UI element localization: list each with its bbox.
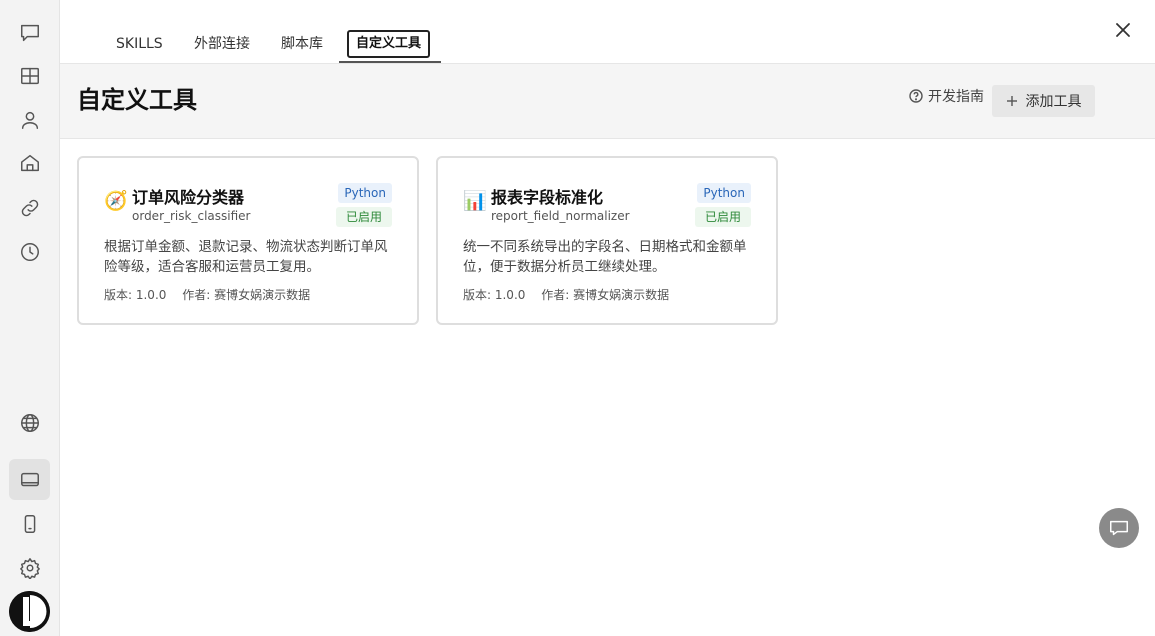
link-icon xyxy=(21,199,38,216)
tool-meta: 版本: 1.0.0 作者: 赛博女娲演示数据 xyxy=(463,286,681,303)
clock-icon xyxy=(20,242,39,261)
active-tab-indicator xyxy=(339,61,441,63)
tab-external-connections[interactable]: 外部连接 xyxy=(194,30,250,58)
rail-settings[interactable] xyxy=(9,547,50,588)
avatar-logo-icon xyxy=(9,591,50,632)
user-icon xyxy=(21,111,38,129)
page-header: 自定义工具 开发指南 添加工具 xyxy=(60,64,1155,139)
globe-icon xyxy=(20,413,39,432)
tool-name: 报表字段标准化 xyxy=(491,188,604,207)
help-circle-icon xyxy=(909,89,923,103)
tool-version: 版本: 1.0.0 xyxy=(463,288,526,302)
tool-description: 统一不同系统导出的字段名、日期格式和金额单位，便于数据分析员工继续处理。 xyxy=(463,239,747,275)
rail-language[interactable] xyxy=(9,402,50,443)
close-button[interactable] xyxy=(1113,20,1133,40)
tab-skills[interactable]: SKILLS xyxy=(116,30,163,58)
tool-description: 根据订单金额、退款记录、物流状态判断订单风险等级，适合客服和运营员工复用。 xyxy=(104,239,388,275)
chat-bubble-icon xyxy=(1110,520,1128,536)
rail-mobile[interactable] xyxy=(9,503,50,544)
support-chat-button[interactable] xyxy=(1099,508,1139,548)
tool-version: 版本: 1.0.0 xyxy=(104,288,167,302)
chat-bubble-icon xyxy=(20,24,39,41)
language-badge: Python xyxy=(338,183,392,203)
status-badge: 已启用 xyxy=(694,207,751,227)
rail-history[interactable] xyxy=(9,231,50,272)
language-badge: Python xyxy=(697,183,751,203)
tab-script-library[interactable]: 脚本库 xyxy=(281,30,323,58)
dev-guide-link[interactable]: 开发指南 xyxy=(909,86,984,106)
rail-profile[interactable] xyxy=(9,99,50,140)
compass-icon: 🧭 xyxy=(104,190,128,212)
tool-name: 订单风险分类器 xyxy=(132,188,245,207)
tab-bar: SKILLS 外部连接 脚本库 自定义工具 xyxy=(60,0,1155,64)
rail-desktop[interactable] xyxy=(9,459,50,500)
dev-guide-label: 开发指南 xyxy=(928,89,984,105)
monitor-icon xyxy=(20,472,39,486)
add-tool-label: 添加工具 xyxy=(1025,94,1082,110)
tool-card[interactable]: 📊 报表字段标准化 report_field_normalizer Python… xyxy=(436,156,778,325)
close-icon xyxy=(1116,23,1130,37)
avatar[interactable] xyxy=(9,591,50,632)
tool-id: report_field_normalizer xyxy=(491,209,630,223)
bar-chart-icon: 📊 xyxy=(463,190,487,212)
home-icon xyxy=(20,154,39,171)
tool-author: 作者: 赛博女娲演示数据 xyxy=(182,288,311,302)
page-title: 自定义工具 xyxy=(77,86,197,114)
plus-icon xyxy=(1006,96,1017,106)
rail-chat[interactable] xyxy=(9,12,50,53)
rail-links[interactable] xyxy=(9,187,50,228)
rail-apps[interactable] xyxy=(9,55,50,96)
tool-meta: 版本: 1.0.0 作者: 赛博女娲演示数据 xyxy=(104,286,322,303)
rail-home[interactable] xyxy=(9,142,50,183)
grid-icon xyxy=(20,67,39,84)
add-tool-button[interactable]: 添加工具 xyxy=(992,85,1095,117)
tool-author: 作者: 赛博女娲演示数据 xyxy=(541,288,670,302)
tool-id: order_risk_classifier xyxy=(132,209,251,223)
gear-icon xyxy=(19,557,40,579)
tool-card[interactable]: 🧭 订单风险分类器 order_risk_classifier Python 已… xyxy=(77,156,419,325)
tab-custom-tools[interactable]: 自定义工具 xyxy=(347,30,431,58)
left-rail xyxy=(0,0,60,636)
phone-icon xyxy=(24,514,35,533)
status-badge: 已启用 xyxy=(335,207,392,227)
